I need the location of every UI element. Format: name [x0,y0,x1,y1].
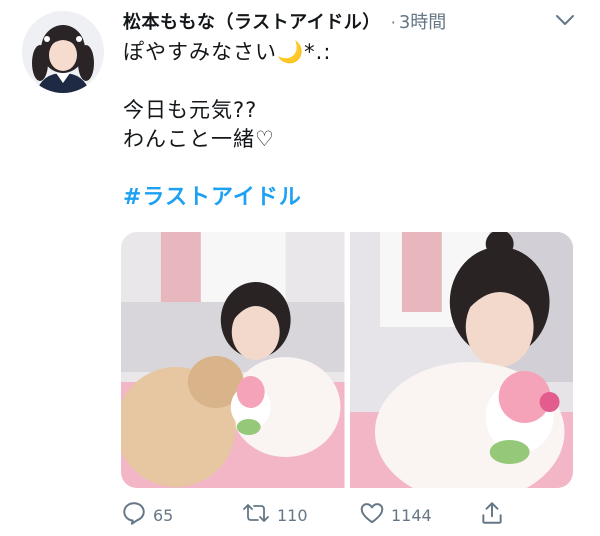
action-bar: 65 110 1144 [121,500,581,530]
sparkle-text: *.: [304,40,332,64]
retweet-count: 110 [277,505,308,525]
photo-2[interactable] [349,232,573,488]
hashtag-link[interactable]: #ラストアイドル [123,183,583,212]
tweet-line-1: ぽやすみなさい🌙*.: [123,38,583,67]
tweet-header: 松本ももな（ラストアイドル） · 3時間 [123,8,446,34]
tweet-line-2: 今日も元気?? [123,98,258,122]
like-button[interactable]: 1144 [359,500,432,530]
time-separator: · [390,13,396,32]
like-count: 1144 [391,505,432,525]
reply-count: 65 [153,505,174,525]
tweet-timestamp[interactable]: 3時間 [399,8,446,34]
chevron-down-icon[interactable] [551,6,579,34]
tweet-line-1-text: ぽやすみなさい [123,40,277,64]
photo-1[interactable] [121,232,345,488]
share-button[interactable] [479,500,505,530]
tweet-text: ぽやすみなさい🌙*.: 今日も元気?? わんこと一緒♡ #ラストアイドル [123,38,583,212]
tweet-line-3: わんこと一緒♡ [123,127,275,151]
retweet-icon [241,500,271,530]
crescent-moon-icon: 🌙 [277,40,305,64]
reply-button[interactable]: 65 [121,500,173,530]
share-icon [479,500,505,530]
tweet[interactable]: 松本ももな（ラストアイドル） · 3時間 ぽやすみなさい🌙*.: 今日も元気??… [0,0,600,536]
retweet-button[interactable]: 110 [241,500,308,530]
avatar[interactable] [22,11,104,93]
media-grid [121,232,573,488]
heart-icon [359,500,385,530]
reply-icon [121,500,147,530]
author-display-name[interactable]: 松本ももな（ラストアイドル） [123,8,381,34]
